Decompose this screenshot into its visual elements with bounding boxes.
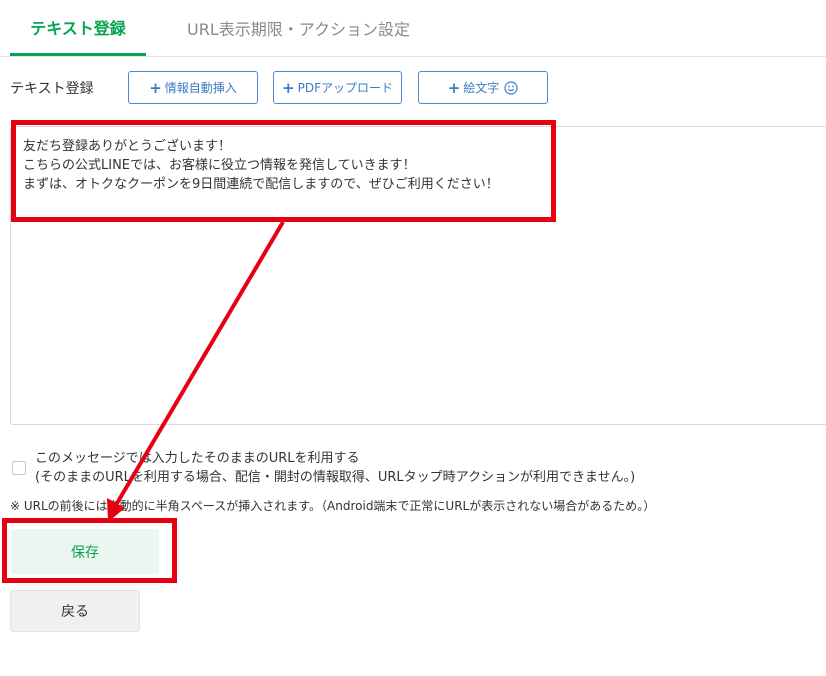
back-button[interactable]: 戻る: [10, 590, 140, 632]
plus-icon: +: [447, 78, 461, 97]
use-raw-url-checkbox[interactable]: [12, 461, 26, 475]
plus-icon: +: [149, 78, 162, 97]
editor-line: 友だち登録ありがとうございます！: [23, 139, 232, 154]
auto-insert-info-button[interactable]: + 情報自動挿入: [128, 71, 258, 104]
editor-line: まずは、オトクなクーポンを9日間連続で配信しますので、ぜひご利用ください！: [23, 177, 499, 192]
section-label: テキスト登録: [10, 81, 94, 97]
editor-line: こちらの公式LINEでは、お客様に役立つ情報を発信していきます！: [23, 158, 416, 173]
plus-icon: +: [282, 78, 295, 97]
tab-bar: テキスト登録 URL表示期限・アクション設定: [0, 0, 826, 57]
auto-insert-info-label: 情報自動挿入: [164, 81, 237, 95]
tab-text-registration[interactable]: テキスト登録: [10, 0, 146, 56]
use-raw-url-label: このメッセージでは入力したそのままのURLを利用する: [35, 451, 360, 466]
pdf-upload-button[interactable]: + PDFアップロード: [273, 71, 402, 104]
url-spacing-note: ※ URLの前後には自動的に半角スペースが挿入されます。（Android端末で正…: [10, 499, 656, 513]
use-raw-url-sublabel: (そのままのURLを利用する場合、配信・開封の情報取得、URLタップ時アクション…: [35, 470, 636, 485]
emoji-label: 絵文字: [463, 81, 500, 95]
tab-url-expiry-action-settings[interactable]: URL表示期限・アクション設定: [176, 0, 421, 56]
message-text-editor[interactable]: 友だち登録ありがとうございます！ こちらの公式LINEでは、お客様に役立つ情報を…: [10, 126, 826, 425]
save-button[interactable]: 保存: [11, 529, 159, 574]
smiley-icon: [504, 80, 518, 95]
emoji-button[interactable]: + 絵文字: [418, 71, 548, 104]
pdf-upload-label: PDFアップロード: [297, 81, 393, 95]
